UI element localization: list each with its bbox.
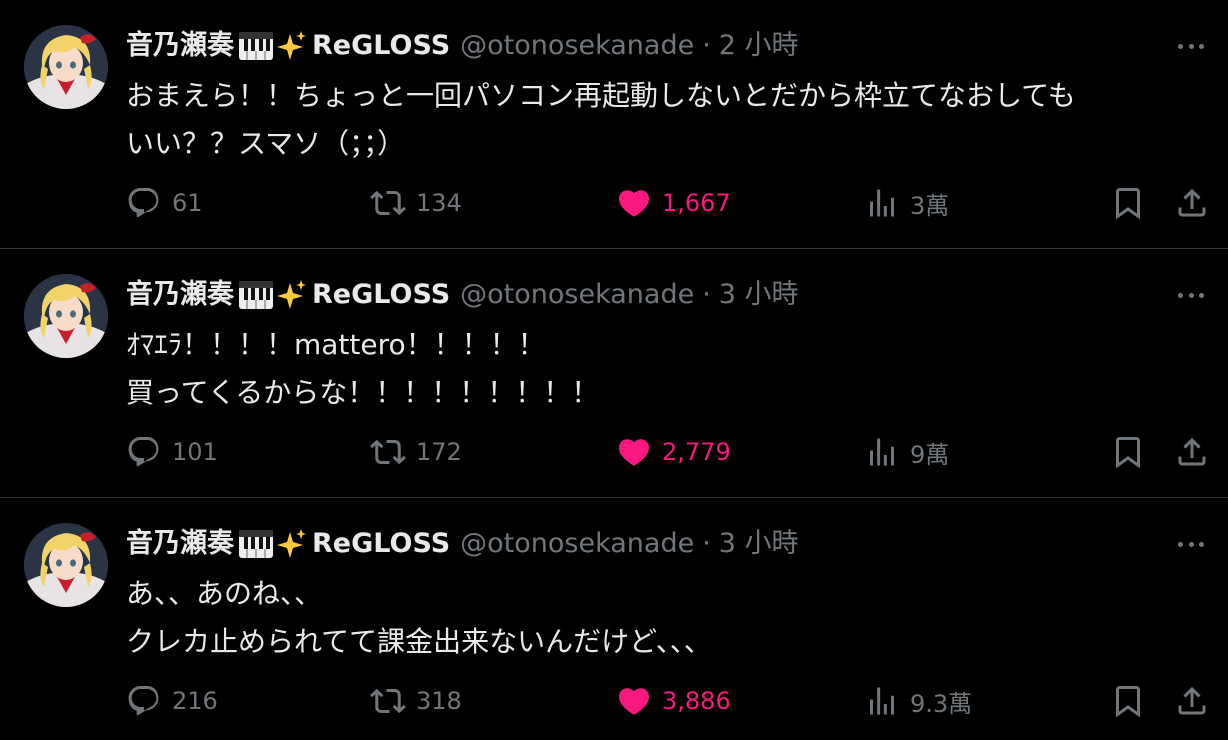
reply-button[interactable]: 216	[126, 676, 218, 726]
more-icon[interactable]	[1174, 33, 1208, 59]
heart-icon	[618, 439, 650, 466]
heart-icon	[618, 190, 650, 217]
reply-count: 216	[172, 687, 218, 715]
tweet[interactable]: 音乃瀬奏	[0, 249, 1228, 498]
display-name-suffix: ReGLOSS	[312, 30, 451, 61]
display-name-text: 音乃瀬奏	[126, 30, 234, 61]
tweet-text: あ、、あのね、、 クレカ止められてて課金出来ないんだけど、、、	[126, 577, 712, 658]
piano-icon	[238, 280, 274, 310]
share-button[interactable]	[1174, 178, 1210, 228]
user-handle[interactable]: @otonosekanade	[460, 28, 694, 64]
bookmark-button[interactable]	[1110, 676, 1146, 726]
bookmark-button[interactable]	[1110, 427, 1146, 477]
display-name-suffix: ReGLOSS	[312, 279, 451, 310]
timestamp[interactable]: 3 小時	[719, 526, 799, 562]
display-name[interactable]: 音乃瀬奏 ReGLOSS	[126, 28, 450, 64]
avatar[interactable]	[24, 523, 108, 607]
retweet-icon	[370, 190, 406, 216]
more-icon[interactable]	[1174, 282, 1208, 308]
reply-button[interactable]: 61	[126, 178, 203, 228]
action-bar: 101 172 2,779 9萬	[126, 427, 1216, 477]
like-count: 2,779	[662, 438, 731, 466]
like-button[interactable]: 2,779	[616, 427, 731, 477]
retweet-button[interactable]: 172	[370, 427, 462, 477]
view-count: 3萬	[910, 191, 950, 220]
retweet-count: 318	[416, 687, 462, 715]
retweet-count: 172	[416, 438, 462, 466]
tweet-text: おまえら！！ちょっと一回パソコン再起動しないとだから枠立てなおしても いい？？ス…	[126, 79, 1076, 160]
views-icon	[870, 189, 894, 217]
share-icon	[1178, 686, 1206, 715]
views-icon	[870, 438, 894, 466]
avatar[interactable]	[24, 25, 108, 109]
view-count: 9萬	[910, 440, 950, 469]
piano-icon	[238, 529, 274, 559]
bookmark-icon	[1116, 437, 1140, 469]
sparkle-icon	[276, 279, 308, 311]
like-button[interactable]: 3,886	[616, 676, 731, 726]
display-name[interactable]: 音乃瀬奏 ReGLOSS	[126, 277, 450, 313]
timestamp[interactable]: 3 小時	[719, 277, 799, 313]
share-icon	[1178, 437, 1206, 466]
action-bar: 216 318 3,886 9.3萬	[126, 676, 1216, 726]
retweet-icon	[370, 688, 406, 714]
display-name-text: 音乃瀬奏	[126, 528, 234, 559]
display-name-text: 音乃瀬奏	[126, 279, 234, 310]
bookmark-icon	[1116, 686, 1140, 718]
user-handle[interactable]: @otonosekanade	[460, 277, 694, 313]
share-icon	[1178, 188, 1206, 217]
sparkle-icon	[276, 30, 308, 62]
retweet-icon	[370, 439, 406, 465]
tweet[interactable]: 音乃瀬奏	[0, 0, 1228, 249]
views-icon	[870, 687, 894, 715]
bookmark-button[interactable]	[1110, 178, 1146, 228]
reply-count: 61	[172, 189, 203, 217]
views-button[interactable]: 9萬	[864, 427, 949, 477]
sparkle-icon	[276, 528, 308, 560]
piano-icon	[238, 31, 274, 61]
views-button[interactable]: 3萬	[864, 178, 949, 228]
more-icon[interactable]	[1174, 531, 1208, 557]
display-name[interactable]: 音乃瀬奏 ReGLOSS	[126, 526, 450, 562]
display-name-suffix: ReGLOSS	[312, 528, 451, 559]
retweet-button[interactable]: 134	[370, 178, 462, 228]
like-button[interactable]: 1,667	[616, 178, 731, 228]
tweet-text: ｵﾏｴﾗ！！！！mattero！！！！！ 買ってくるからな！！！！！！！！！	[126, 328, 600, 409]
tweet[interactable]: 音乃瀬奏	[0, 498, 1228, 740]
separator-dot: ·	[702, 30, 711, 61]
reply-icon	[128, 188, 159, 218]
action-bar: 61 134 1,667 3萬	[126, 178, 1216, 228]
retweet-count: 134	[416, 189, 462, 217]
separator-dot: ·	[702, 279, 711, 310]
tweet-header: 音乃瀬奏	[126, 277, 799, 313]
like-count: 3,886	[662, 687, 731, 715]
heart-icon	[618, 688, 650, 715]
reply-button[interactable]: 101	[126, 427, 218, 477]
views-button[interactable]: 9.3萬	[864, 676, 972, 726]
timestamp[interactable]: 2 小時	[719, 28, 799, 64]
tweet-header: 音乃瀬奏	[126, 28, 799, 64]
reply-icon	[128, 686, 159, 716]
separator-dot: ·	[702, 528, 711, 559]
share-button[interactable]	[1174, 427, 1210, 477]
share-button[interactable]	[1174, 676, 1210, 726]
user-handle[interactable]: @otonosekanade	[460, 526, 694, 562]
reply-icon	[128, 437, 159, 467]
reply-count: 101	[172, 438, 218, 466]
view-count: 9.3萬	[910, 689, 973, 718]
timeline-feed: 音乃瀬奏 ReGLOSS @otonosekanade · 2 小時 おまえら！…	[0, 0, 1228, 740]
avatar[interactable]	[24, 274, 108, 358]
retweet-button[interactable]: 318	[370, 676, 462, 726]
like-count: 1,667	[662, 189, 731, 217]
bookmark-icon	[1116, 188, 1140, 220]
tweet-header: 音乃瀬奏	[126, 526, 799, 562]
